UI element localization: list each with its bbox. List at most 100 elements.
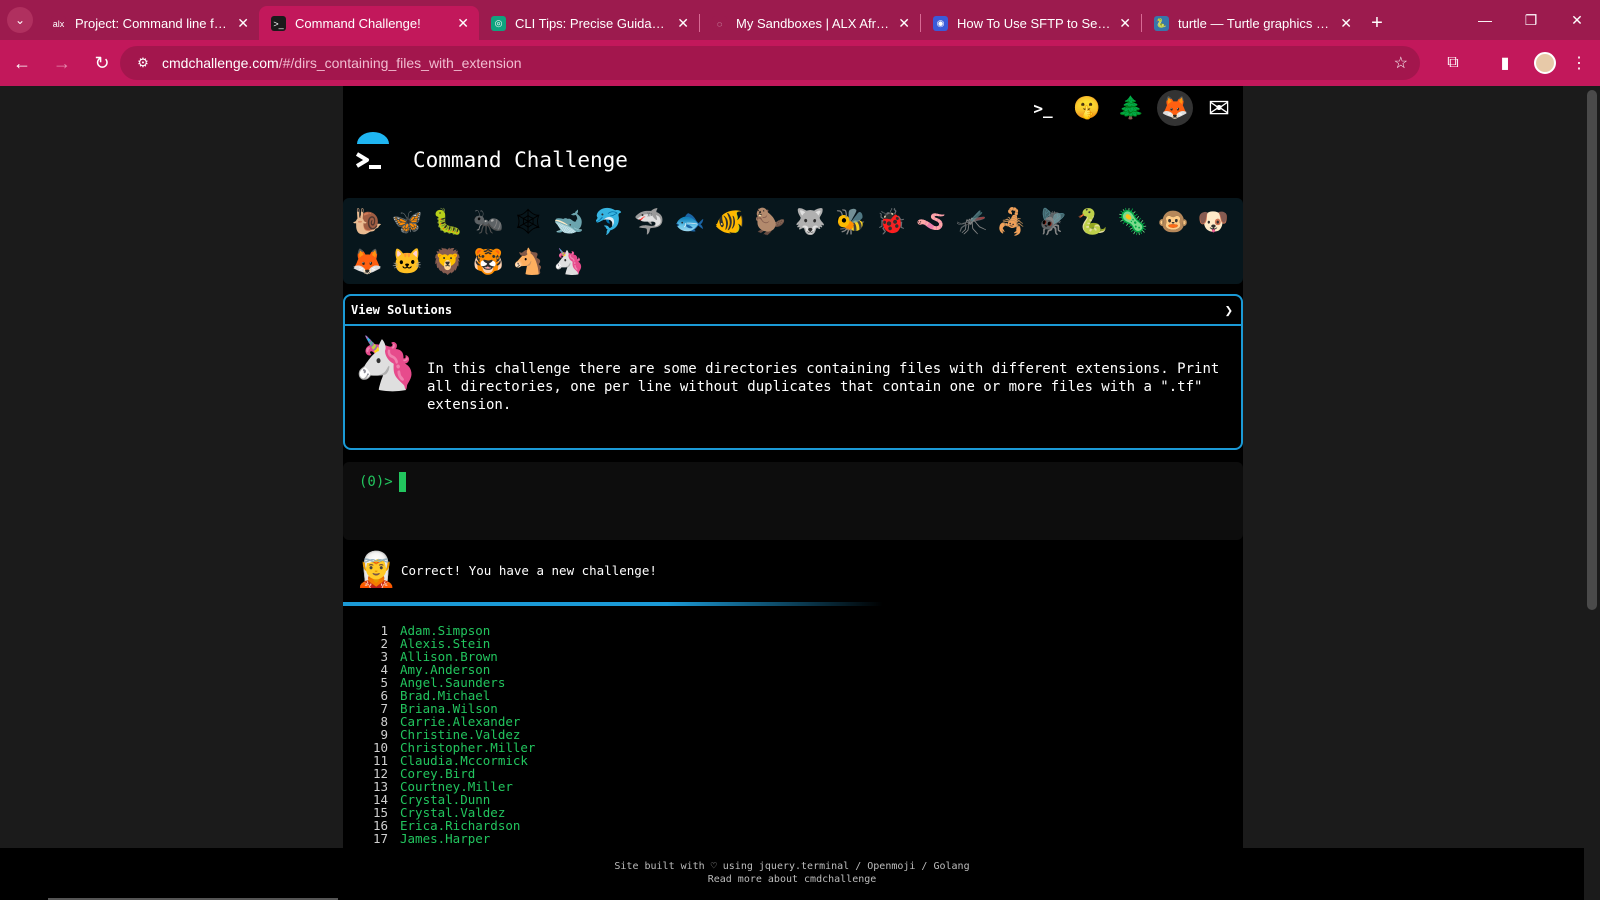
tab-3[interactable]: ◌ My Sandboxes | ALX Africa In ✕ — [700, 6, 920, 40]
caterpillar-icon[interactable]: 🐛 — [428, 202, 468, 242]
address-bar[interactable]: ⚙ cmdchallenge.com/#/dirs_containing_fil… — [120, 46, 1420, 80]
challenge-panel: View Solutions ❯ 🦄 In this challenge the… — [343, 294, 1243, 450]
new-tab-button[interactable]: + — [1362, 6, 1392, 40]
scorpion-icon[interactable]: 🦂 — [992, 202, 1032, 242]
butterfly-icon[interactable]: 🦋 — [387, 202, 427, 242]
terminal-cursor — [399, 472, 406, 492]
bee-icon[interactable]: 🐝 — [831, 202, 871, 242]
fish-icon[interactable]: 🐟 — [669, 202, 709, 242]
gitlab-icon[interactable]: 🦊 — [1157, 90, 1193, 126]
beaver-icon[interactable]: 🦫 — [750, 202, 790, 242]
tab-0[interactable]: alx Project: Command line for th ✕ — [39, 6, 259, 40]
tab-search-button[interactable]: ⌄ — [7, 7, 33, 33]
footer-credits: Site built with ♡ using jquery.terminal … — [614, 861, 970, 872]
wolf-icon[interactable]: 🐺 — [790, 202, 830, 242]
shark-icon[interactable]: 🦈 — [629, 202, 669, 242]
forward-button[interactable]: → — [44, 45, 80, 81]
whale-icon[interactable]: 🐋 — [548, 202, 588, 242]
ant-icon[interactable]: 🐜 — [468, 202, 508, 242]
terminal-logo-icon — [351, 132, 395, 176]
view-solutions-toggle[interactable]: View Solutions ❯ — [345, 296, 1241, 326]
browser-menu-icon[interactable]: ⋮ — [1562, 46, 1596, 80]
terminal-favicon: >_ — [271, 16, 286, 31]
url-domain: cmdchallenge.com — [162, 55, 279, 71]
scrollbar-thumb[interactable] — [1587, 90, 1597, 610]
back-button[interactable]: ← — [4, 45, 40, 81]
lion-icon[interactable]: 🦁 — [428, 242, 468, 282]
snail-icon[interactable]: 🐌 — [347, 202, 387, 242]
tab-title: Command Challenge! — [295, 15, 421, 31]
tab-close-icon[interactable]: ✕ — [1119, 15, 1131, 32]
site-settings-icon[interactable]: ⚙ — [128, 55, 158, 71]
profile-avatar[interactable] — [1528, 46, 1562, 80]
shushing-face-icon[interactable]: 🤫 — [1069, 90, 1105, 126]
status-message: Correct! You have a new challenge! — [401, 562, 657, 578]
url-text[interactable]: cmdchallenge.com/#/dirs_containing_files… — [162, 55, 522, 71]
view-solutions-label: View Solutions — [351, 303, 453, 317]
unicorn-icon[interactable]: 🦄 — [548, 242, 588, 282]
snake-icon[interactable]: 🐍 — [1072, 202, 1112, 242]
close-window-button[interactable]: ✕ — [1554, 0, 1600, 40]
tab-4[interactable]: ◉ How To Use SFTP to Securely ✕ — [921, 6, 1141, 40]
tab-close-icon[interactable]: ✕ — [677, 15, 689, 32]
loading-favicon: ◌ — [712, 16, 727, 31]
challenge-description: In this challenge there are some directo… — [427, 361, 1220, 413]
worm-icon[interactable]: 🪱 — [911, 202, 951, 242]
tab-2[interactable]: ◎ CLI Tips: Precise Guidance ✕ — [479, 6, 699, 40]
side-panel-icon[interactable]: ▮ — [1488, 46, 1522, 80]
monkey-icon[interactable]: 🐵 — [1153, 202, 1193, 242]
extensions-icon[interactable]: ⧉ — [1436, 46, 1470, 80]
tab-title: Project: Command line for th — [75, 15, 229, 31]
mosquito-icon[interactable]: 🦟 — [951, 202, 991, 242]
tab-close-icon[interactable]: ✕ — [457, 15, 469, 32]
terminal-icon[interactable]: >_ — [1025, 90, 1061, 126]
tab-close-icon[interactable]: ✕ — [1340, 15, 1352, 32]
tab-title: turtle — Turtle graphics for T — [1178, 15, 1332, 31]
output-line: 17 James.Harper — [343, 832, 1243, 845]
browser-tab-bar: ⌄ alx Project: Command line for th ✕ >_ Comm… — [0, 0, 1600, 40]
cat-icon[interactable]: 🐱 — [387, 242, 427, 282]
microbe-icon[interactable]: 🦠 — [1113, 202, 1153, 242]
top-icon-links: >_ 🤫 🌲 🦊 ✉ — [1025, 90, 1237, 126]
fly-icon[interactable]: 🪰 — [1032, 202, 1072, 242]
footer: Site built with ♡ using jquery.terminal … — [0, 848, 1584, 900]
url-path: /#/dirs_containing_files_with_extension — [278, 55, 522, 71]
command-output: 1 Adam.Simpson 2 Alexis.Stein 3 Allison.Brown… — [343, 624, 1243, 845]
horse-icon[interactable]: 🐴 — [508, 242, 548, 282]
tree-icon[interactable]: 🌲 — [1113, 90, 1149, 126]
elf-icon: 🧝 — [355, 551, 398, 589]
bookmark-star-icon[interactable]: ☆ — [1394, 53, 1408, 73]
page-title: Command Challenge — [413, 148, 628, 172]
alx-favicon: alx — [51, 16, 66, 31]
tab-title: CLI Tips: Precise Guidance — [515, 15, 669, 31]
chevron-right-icon: ❯ — [1224, 303, 1233, 319]
progress-bar — [343, 602, 1243, 606]
fox-icon[interactable]: 🦊 — [347, 242, 387, 282]
tab-close-icon[interactable]: ✕ — [898, 15, 910, 32]
read-more-link[interactable]: Read more about cmdchallenge — [0, 873, 1584, 886]
terminal-prompt: (0)> — [359, 474, 393, 490]
tiger-icon[interactable]: 🐯 — [468, 242, 508, 282]
terminal-input[interactable]: (0)> — [343, 462, 1243, 540]
page-scrollbar[interactable] — [1584, 86, 1600, 848]
tab-5[interactable]: 🐍 turtle — Turtle graphics for T ✕ — [1142, 6, 1362, 40]
tab-close-icon[interactable]: ✕ — [237, 15, 249, 32]
chatgpt-favicon: ◎ — [491, 16, 506, 31]
tab-title: How To Use SFTP to Securely — [957, 15, 1111, 31]
reload-button[interactable]: ↻ — [84, 45, 120, 81]
browser-toolbar: ← → ↻ ⚙ cmdchallenge.com/#/dirs_containi… — [0, 40, 1600, 86]
output-line: 11 Claudia.Mccormick — [343, 754, 1243, 767]
python-favicon: 🐍 — [1154, 16, 1169, 31]
tropical-fish-icon[interactable]: 🐠 — [710, 202, 750, 242]
restore-button[interactable]: ❐ — [1508, 0, 1554, 40]
dog-icon[interactable]: 🐶 — [1193, 202, 1233, 242]
spider-web-icon[interactable]: 🕸 — [508, 202, 548, 242]
mail-icon[interactable]: ✉ — [1201, 90, 1237, 126]
tab-strip: alx Project: Command line for th ✕ >_ Comman… — [39, 6, 1362, 40]
tab-1[interactable]: >_ Command Challenge! ✕ — [259, 6, 479, 40]
ladybug-icon[interactable]: 🐞 — [871, 202, 911, 242]
minimize-button[interactable]: — — [1462, 0, 1508, 40]
dolphin-icon[interactable]: 🐬 — [589, 202, 629, 242]
unicorn-icon: 🦄 — [353, 335, 418, 393]
line-number: 17 — [372, 831, 388, 846]
